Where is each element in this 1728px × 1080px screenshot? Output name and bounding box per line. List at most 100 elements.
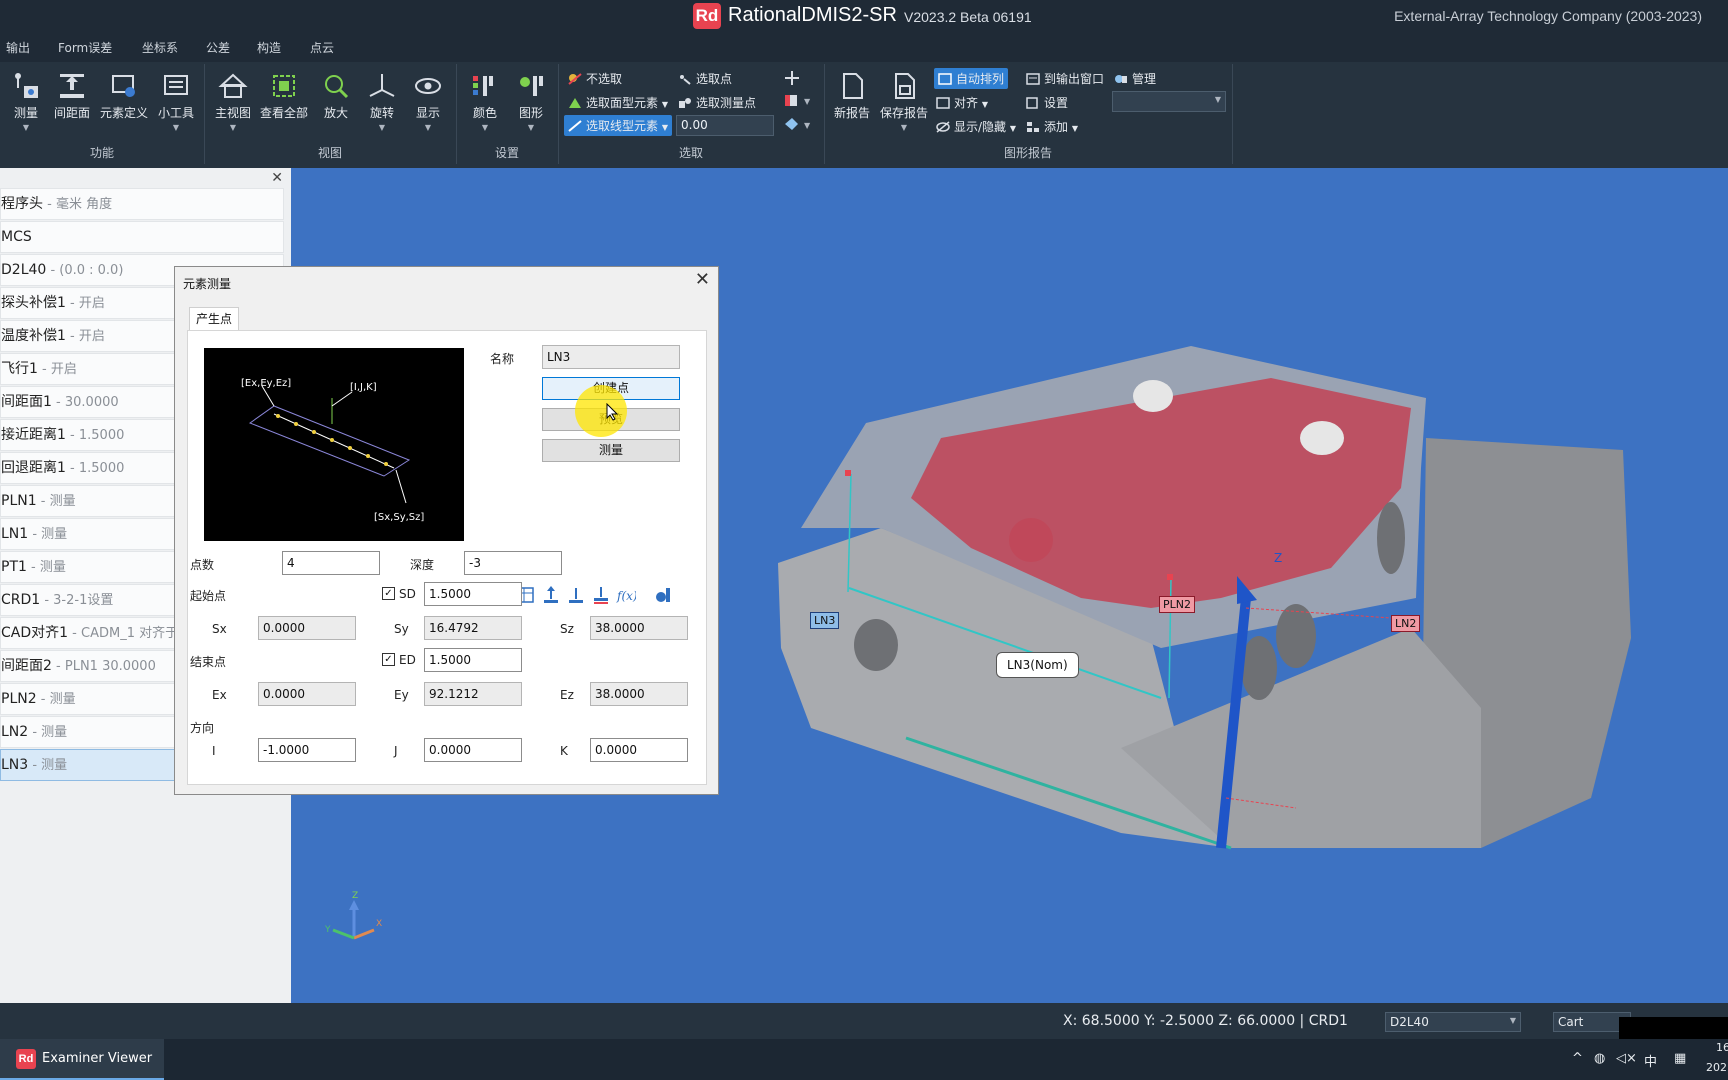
to-output-window-item[interactable]: 到输出窗口 (1026, 70, 1104, 87)
tree-item-detail: - 测量 (26, 560, 66, 575)
report-template-select[interactable]: ▼ (1112, 91, 1226, 112)
add-item[interactable]: 添加 ▼ (1026, 118, 1078, 135)
ed-label: ED (399, 653, 416, 667)
gadget-button[interactable]: 小工具 ▼ (150, 66, 202, 144)
ex-field[interactable]: 0.0000 (258, 682, 356, 706)
tree-item-detail: - 测量 (36, 692, 76, 707)
chevron-down-icon: ▼ (1509, 1016, 1516, 1025)
save-report-button[interactable]: 保存报告 ▼ (878, 66, 930, 144)
chevron-down-icon: ▼ (1214, 95, 1221, 104)
probe-depth-icon[interactable] (591, 585, 611, 605)
chevron-up-icon[interactable]: ^ (1572, 1051, 1583, 1066)
graphics-button[interactable]: 图形 ▼ (505, 66, 557, 144)
globe-icon[interactable]: ◍ (1594, 1051, 1605, 1066)
dialog-close-icon[interactable]: ✕ (695, 269, 710, 290)
ed-checkbox[interactable]: ✓ (382, 653, 395, 666)
tree-item-name: LN1 (1, 526, 29, 542)
tree-item-name: D2L40 (1, 262, 47, 278)
k-input[interactable]: 0.0000 (590, 738, 688, 762)
pln2-tag[interactable]: PLN2 (1159, 596, 1195, 613)
svg-text:▼: ▼ (804, 97, 811, 106)
ez-field[interactable]: 38.0000 (590, 682, 688, 706)
feature-name-field[interactable]: LN3 (542, 345, 680, 369)
j-input[interactable]: 0.0000 (424, 738, 522, 762)
sy-field[interactable]: 16.4792 (424, 616, 522, 640)
ime-mode-icon[interactable]: ▦ (1674, 1051, 1686, 1066)
point-count-input[interactable]: 4 (282, 551, 380, 575)
report-settings-item[interactable]: 设置 (1026, 94, 1068, 111)
select-tolerance-input[interactable]: 0.00 (676, 115, 774, 136)
tab-generate-points[interactable]: 产生点 (189, 307, 239, 331)
no-select-item[interactable]: 不选取 (568, 70, 622, 87)
taskbar-app-examiner-viewer[interactable]: Rd Examiner Viewer (0, 1039, 164, 1080)
save-report-icon (895, 73, 915, 99)
select-point-item[interactable]: 选取点 (678, 70, 732, 87)
ime-indicator[interactable]: 中 (1644, 1051, 1657, 1070)
clock-time[interactable]: 16 (1716, 1041, 1728, 1054)
ln3-tag[interactable]: LN3 (810, 612, 840, 629)
crosshair-icon[interactable] (784, 70, 800, 86)
display-button[interactable]: 显示 ▼ (402, 66, 454, 144)
i-input[interactable]: -1.0000 (258, 738, 356, 762)
feature-definition-button[interactable]: 元素定义 (98, 66, 150, 144)
sd-input[interactable]: 1.5000 (424, 582, 522, 606)
tool-settings-icon[interactable] (654, 585, 674, 605)
depth-input[interactable]: -3 (464, 551, 562, 575)
auto-arrange-item[interactable]: 自动排列 (934, 68, 1009, 89)
tree-item[interactable]: MCS (0, 221, 284, 253)
zoom-button[interactable]: 放大 (310, 66, 362, 144)
select-surface-item[interactable]: 选取面型元素 ▼ (568, 94, 668, 111)
show-hide-item[interactable]: 显示/隐藏 ▼ (936, 118, 1016, 135)
menu-point-cloud[interactable]: 点云 (310, 39, 334, 56)
cube-filter-icon[interactable]: ▼ (784, 92, 812, 108)
ed-input[interactable]: 1.5000 (424, 648, 522, 672)
sd-checkbox[interactable]: ✓ (382, 587, 395, 600)
ln2-tag[interactable]: LN2 (1391, 615, 1421, 632)
cursor-highlight (575, 385, 627, 437)
color-button[interactable]: 颜色 ▼ (459, 66, 511, 144)
clearance-plane-label: 间距面 (53, 106, 90, 120)
measure-dialog-button[interactable]: 测量 (542, 439, 680, 462)
tree-item-name: 飞行1 (1, 361, 38, 377)
status-bar: X: 68.5000 Y: -2.5000 Z: 66.0000 | CRD1 … (291, 1003, 1728, 1039)
close-icon[interactable]: ✕ (271, 170, 283, 186)
rotate-button[interactable]: 旋转 ▼ (356, 66, 408, 144)
speaker-muted-icon[interactable]: ◁× (1616, 1051, 1637, 1066)
align-item[interactable]: 对齐 ▼ (936, 94, 988, 111)
hole-feature (1377, 502, 1405, 574)
view-all-button[interactable]: 查看全部 (258, 66, 310, 144)
paint-filter-icon[interactable]: ▼ (784, 116, 812, 132)
tree-item-name: 间距面2 (1, 658, 52, 674)
clearance-plane-button[interactable]: 间距面 (46, 66, 98, 144)
probe-surface-icon[interactable] (566, 585, 586, 605)
probe-select[interactable]: D2L40 ▼ (1385, 1012, 1521, 1032)
tree-item-detail: - 开启 (65, 296, 105, 311)
sz-field[interactable]: 38.0000 (590, 616, 688, 640)
start-point-section-label: 起始点 (190, 589, 227, 603)
tree-item-name: MCS (1, 229, 32, 245)
tree-item[interactable]: 程序头 - 毫米 角度 (0, 188, 284, 220)
function-fx-icon[interactable]: f(x) (616, 585, 636, 605)
menu-tolerance[interactable]: 公差 (206, 39, 230, 56)
select-linear-item[interactable]: 选取线型元素 ▼ (564, 115, 672, 136)
sx-field[interactable]: 0.0000 (258, 616, 356, 640)
new-report-button[interactable]: 新报告 (826, 66, 878, 144)
tree-item-detail: - 30.0000 (51, 395, 119, 410)
clock-date[interactable]: 202 (1706, 1061, 1727, 1074)
app-title: RationalDMIS2-SR (728, 4, 897, 26)
feature-measure-dialog: 元素测量 ✕ 产生点 [Ex,Ey,Ez] [I,J,K] [Sx,Sy,Sz]… (174, 266, 719, 795)
tree-item-detail: - PLN1 30.0000 (51, 659, 156, 674)
ey-field[interactable]: 92.1212 (424, 682, 522, 706)
menu-construct[interactable]: 构造 (257, 39, 281, 56)
probe-up-icon[interactable] (541, 585, 561, 605)
svg-text:▼: ▼ (804, 121, 811, 130)
home-view-button[interactable]: 主视图 ▼ (207, 66, 259, 144)
menu-coordinate-system[interactable]: 坐标系 (142, 39, 178, 56)
depth-label: 深度 (410, 558, 435, 572)
save-report-label: 保存报告 (879, 106, 928, 120)
measure-button[interactable]: 测量 ▼ (0, 66, 52, 144)
menu-output[interactable]: 输出 (6, 39, 30, 56)
menu-form-error[interactable]: Form误差 (58, 39, 112, 56)
manage-item[interactable]: 管理 (1114, 70, 1156, 87)
select-measured-point-item[interactable]: 选取测量点 (678, 94, 756, 111)
